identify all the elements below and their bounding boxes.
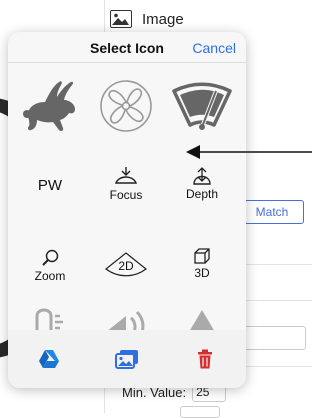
image-row[interactable]: Image (110, 8, 184, 30)
icon-option-fan[interactable] (88, 74, 164, 138)
icon-option-zoom[interactable]: Zoom (12, 240, 88, 290)
volume-icon (106, 310, 145, 332)
header-divider (8, 62, 246, 63)
focus-label: Focus (109, 187, 143, 202)
rabbit-icon (23, 81, 75, 132)
triangle-icon (189, 310, 215, 332)
cancel-button[interactable]: Cancel (192, 40, 236, 56)
annotation-arrow-icon (186, 145, 312, 159)
icon-option-triangle[interactable] (164, 308, 240, 332)
google-drive-button[interactable] (36, 348, 62, 370)
2d-icon: 2D (104, 251, 148, 279)
depth-label: Depth (185, 186, 219, 201)
depth-icon (193, 166, 211, 185)
photo-library-button[interactable] (114, 348, 140, 370)
delete-button[interactable] (192, 348, 218, 370)
icon-option-wiper[interactable] (164, 74, 240, 138)
pw-label: PW (37, 177, 63, 194)
icon-option-focus[interactable]: Focus (88, 158, 164, 208)
icon-option-pw[interactable]: PW (12, 164, 88, 206)
select-icon-popover: Select Icon Cancel PW Focus Depth Zoom 2… (8, 32, 246, 388)
popover-footer (8, 330, 246, 388)
match-button[interactable]: Match (240, 200, 304, 224)
zoom-icon (42, 249, 59, 266)
icon-option-probe[interactable] (12, 306, 88, 332)
icon-option-depth[interactable]: Depth (164, 158, 240, 208)
icon-option-volume[interactable] (88, 308, 164, 332)
photo-library-icon (115, 350, 138, 369)
image-label: Image (142, 10, 184, 28)
icon-option-2d[interactable]: 2D (88, 242, 164, 288)
3d-label: 3D (194, 265, 210, 280)
icon-option-rabbit[interactable] (12, 74, 88, 138)
probe-icon (35, 308, 63, 332)
wiper-icon (172, 82, 232, 130)
2d-label: 2D (118, 259, 134, 273)
popover-header: Select Icon Cancel (8, 32, 246, 62)
zoom-label: Zoom (34, 268, 66, 283)
google-drive-icon (39, 350, 59, 368)
fan-icon (100, 80, 152, 132)
image-icon (110, 10, 132, 28)
trash-icon (198, 349, 212, 369)
icon-option-3d[interactable]: 3D (164, 238, 240, 288)
focus-icon (114, 166, 138, 184)
cube-icon (194, 247, 210, 264)
background-small-input[interactable] (180, 406, 220, 418)
